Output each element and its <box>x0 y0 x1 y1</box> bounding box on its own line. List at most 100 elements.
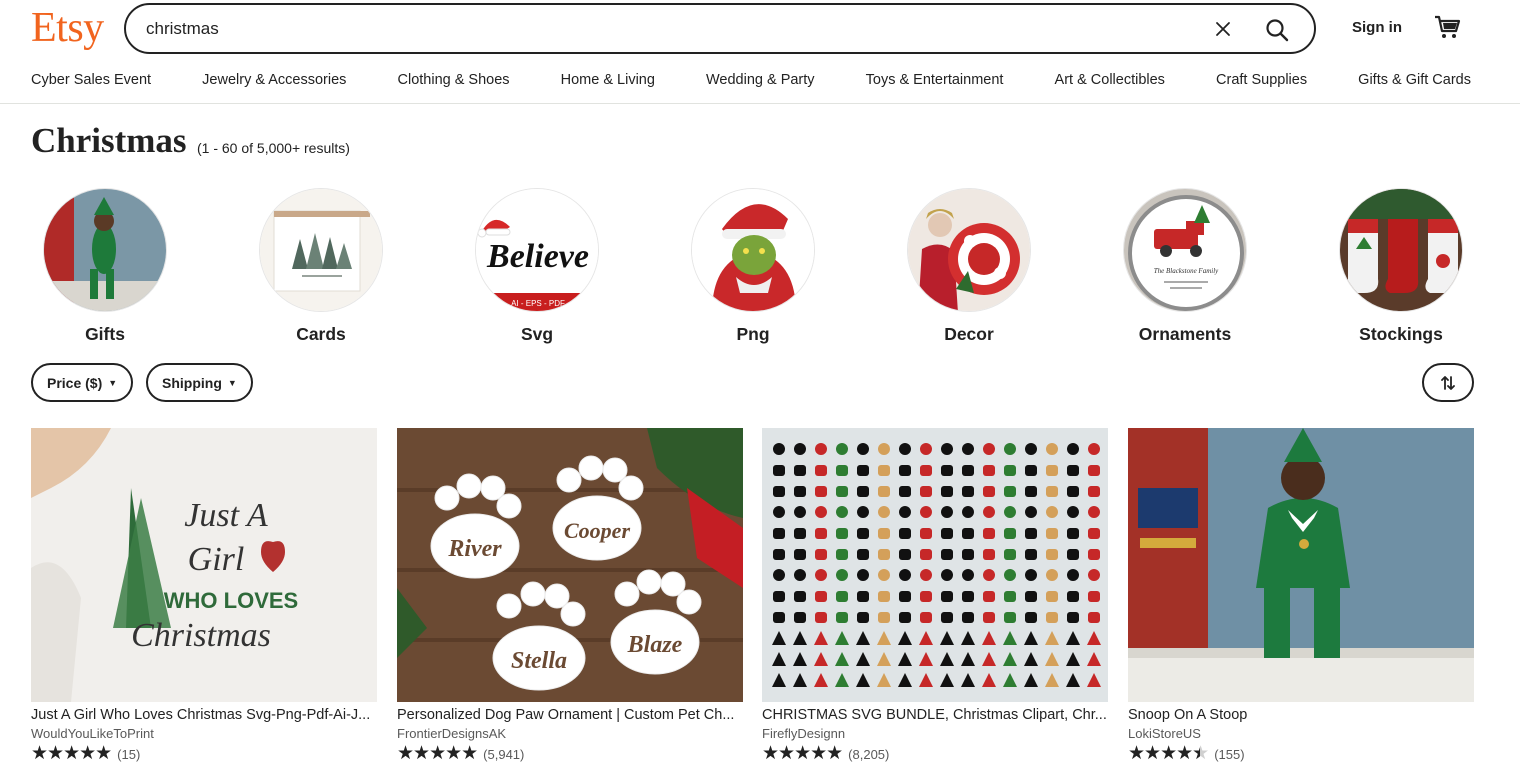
nav-wedding-party[interactable]: Wedding & Party <box>706 72 815 92</box>
shop-name[interactable]: FrontierDesignsAK <box>397 726 743 741</box>
clipart-shape <box>962 465 974 476</box>
nav-clothing-shoes[interactable]: Clothing & Shoes <box>398 72 510 92</box>
related-label: Cards <box>296 324 346 344</box>
product-card[interactable]: Snoop On A Stoop LokiStoreUS ★★★★★★ (155… <box>1128 428 1474 764</box>
clipart-shape <box>1067 443 1079 455</box>
product-image: River Cooper Stella Blaze <box>397 428 743 702</box>
product-card[interactable]: Just A Girl WHO LOVES Christmas Just A G… <box>31 428 377 764</box>
clipart-shape <box>815 443 827 455</box>
price-filter-button[interactable]: Price ($) ▼ <box>31 363 134 402</box>
clipart-shape <box>878 443 890 455</box>
related-label: Ornaments <box>1138 324 1232 344</box>
clipart-shape <box>836 549 848 560</box>
clipart-shape <box>962 591 974 602</box>
related-decor[interactable]: Decor <box>904 188 1034 345</box>
clipart-shape <box>857 549 869 560</box>
ornament-family-text: The Blackstone Family <box>1154 267 1219 275</box>
search-submit-button[interactable] <box>1260 13 1294 47</box>
nav-jewelry-accessories[interactable]: Jewelry & Accessories <box>202 72 346 92</box>
product-card[interactable]: CHRISTMAS SVG BUNDLE, Christmas Clipart,… <box>762 428 1108 764</box>
clipart-shape <box>899 612 911 623</box>
cart-button[interactable] <box>1433 13 1461 41</box>
related-label: Png <box>736 324 770 344</box>
clipart-shape <box>1004 506 1016 518</box>
shipping-filter-button[interactable]: Shipping ▼ <box>146 363 253 402</box>
nav-art-collectibles[interactable]: Art & Collectibles <box>1055 72 1165 92</box>
clipart-shape <box>773 443 785 455</box>
clipart-shape <box>1088 443 1100 455</box>
nav-gifts-gift-cards[interactable]: Gifts & Gift Cards <box>1358 72 1471 92</box>
clipart-shape <box>773 465 785 476</box>
product-title[interactable]: Personalized Dog Paw Ornament | Custom P… <box>397 707 743 723</box>
clipart-shape <box>878 506 890 518</box>
rating: ★★★★★★ (155) <box>1128 744 1474 764</box>
clipart-shape <box>794 591 806 602</box>
search-input[interactable] <box>146 15 1186 43</box>
related-png[interactable]: Png <box>688 188 818 345</box>
clipart-shape <box>1067 549 1079 560</box>
clipart-shape <box>1046 591 1058 602</box>
product-card[interactable]: River Cooper Stella Blaze Personalized D… <box>397 428 743 764</box>
clipart-shape <box>1088 569 1100 581</box>
shop-name[interactable]: WouldYouLikeToPrint <box>31 726 377 741</box>
clipart-shape <box>1067 486 1079 497</box>
clipart-shape <box>920 569 932 581</box>
clipart-shape <box>815 528 827 539</box>
clipart-shape <box>815 569 827 581</box>
clipart-shape <box>794 443 806 455</box>
shop-name[interactable]: LokiStoreUS <box>1128 726 1474 741</box>
related-stockings[interactable]: Stockings <box>1336 188 1466 345</box>
clipart-shape <box>941 591 953 602</box>
clipart-shape <box>857 506 869 518</box>
clipart-shape <box>962 486 974 497</box>
stockings-thumbnail <box>1339 188 1463 312</box>
clipart-shape <box>1067 569 1079 581</box>
related-cards[interactable]: Cards <box>256 188 386 345</box>
review-count: (15) <box>117 746 141 762</box>
clipart-shape <box>773 528 785 539</box>
shirt-text-line3: WHO LOVES <box>164 588 298 613</box>
clipart-shape <box>920 506 932 518</box>
clipart-shape <box>941 465 953 476</box>
product-title[interactable]: Snoop On A Stoop <box>1128 707 1474 723</box>
etsy-logo[interactable]: Etsy <box>31 4 104 52</box>
sort-button[interactable] <box>1422 363 1474 402</box>
result-count: (1 - 60 of 5,000+ results) <box>197 140 350 156</box>
clipart-shape <box>1025 569 1037 581</box>
nav-craft-supplies[interactable]: Craft Supplies <box>1216 72 1307 92</box>
nav-home-living[interactable]: Home & Living <box>561 72 655 92</box>
product-title[interactable]: Just A Girl Who Loves Christmas Svg-Png-… <box>31 707 377 723</box>
clipart-shape <box>1046 612 1058 623</box>
related-ornaments[interactable]: The Blackstone Family Ornaments <box>1120 188 1250 345</box>
site-header: Etsy Sign in Cyber Sales Event Jewelry &… <box>0 0 1520 104</box>
caret-down-icon: ▼ <box>108 377 118 388</box>
clipart-shape <box>920 591 932 602</box>
clipart-shape <box>920 486 932 497</box>
clipart-shape <box>857 486 869 497</box>
star-rating-icon: ★★★★★★ <box>1128 743 1209 764</box>
clipart-shape <box>962 528 974 539</box>
close-icon <box>1216 22 1230 36</box>
clipart-shape <box>962 506 974 518</box>
clipart-shape <box>836 486 848 497</box>
clipart-shape <box>773 486 785 497</box>
clipart-shape <box>836 591 848 602</box>
related-gifts[interactable]: Gifts <box>40 188 170 345</box>
clipart-shape <box>836 506 848 518</box>
sign-in-link[interactable]: Sign in <box>1352 19 1402 36</box>
clipart-shape <box>920 465 932 476</box>
product-title[interactable]: CHRISTMAS SVG BUNDLE, Christmas Clipart,… <box>762 707 1108 723</box>
clipart-shape <box>1004 569 1016 581</box>
shop-name[interactable]: FireflyDesignn <box>762 726 1108 741</box>
nav-cyber-sales-event[interactable]: Cyber Sales Event <box>31 72 151 92</box>
clipart-shape <box>773 612 785 623</box>
related-svg[interactable]: Believe AI - EPS - PDF Svg <box>472 188 602 345</box>
star-rating-icon: ★★★★★ <box>762 743 843 764</box>
nav-toys-entertainment[interactable]: Toys & Entertainment <box>866 72 1004 92</box>
clear-search-button[interactable] <box>1209 15 1237 43</box>
clipart-shape <box>1067 612 1079 623</box>
clipart-shape <box>920 549 932 560</box>
clipart-shape <box>1025 465 1037 476</box>
clipart-shape <box>794 612 806 623</box>
shirt-text-line1: Just A <box>184 497 268 534</box>
